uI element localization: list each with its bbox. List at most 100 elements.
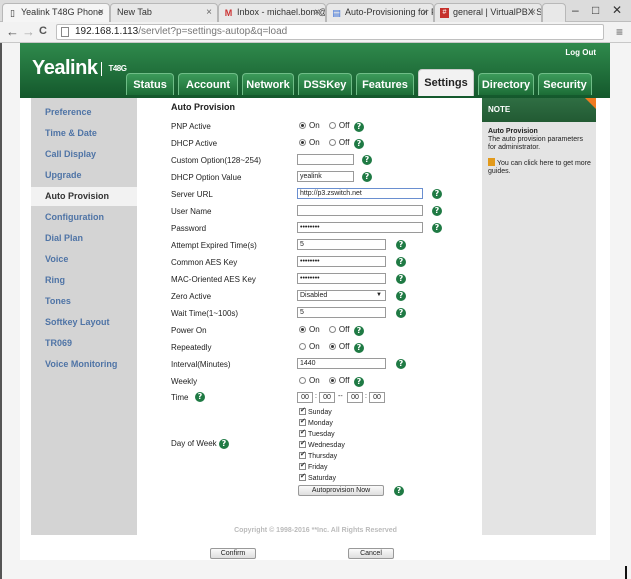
custom-option-input[interactable] <box>297 154 354 165</box>
sidebar-item-tones[interactable]: Tones <box>31 292 137 311</box>
sidebar-item-tr069[interactable]: TR069 <box>31 334 137 353</box>
help-icon[interactable]: ? <box>396 308 406 318</box>
help-icon[interactable]: ? <box>354 377 364 387</box>
tab-security[interactable]: Security <box>538 73 592 95</box>
browser-tab-newtab[interactable]: New Tab × <box>110 3 218 22</box>
help-icon[interactable]: ? <box>354 122 364 132</box>
sidebar-item-dial-plan[interactable]: Dial Plan <box>31 229 137 248</box>
sidebar-item-call-display[interactable]: Call Display <box>31 145 137 164</box>
menu-icon[interactable]: ≡ <box>616 25 623 39</box>
common-aes-input[interactable]: •••••••• <box>297 256 386 267</box>
weekly-on[interactable]: On <box>299 376 320 385</box>
day-checkbox-thursday[interactable]: Thursday <box>299 450 337 460</box>
time-end-hour[interactable]: 00 <box>347 392 363 403</box>
back-icon[interactable]: ← <box>6 24 19 39</box>
help-icon[interactable]: ? <box>396 240 406 250</box>
window-edge <box>0 43 2 579</box>
browser-tab-autoprovisioning[interactable]: ▤ Auto-Provisioning for Po × <box>326 3 434 22</box>
close-icon[interactable]: × <box>314 4 320 21</box>
maximize-icon[interactable]: □ <box>592 3 599 17</box>
help-icon[interactable]: ? <box>362 155 372 165</box>
close-icon[interactable]: × <box>98 4 104 21</box>
help-icon[interactable]: ? <box>354 343 364 353</box>
sidebar-item-voice-monitoring[interactable]: Voice Monitoring <box>31 355 137 374</box>
help-icon[interactable]: ? <box>354 326 364 336</box>
help-icon[interactable]: ? <box>396 274 406 284</box>
url-input[interactable]: 192.168.1.113/servlet?p=settings-autop&q… <box>56 24 604 40</box>
day-checkbox-sunday[interactable]: Sunday <box>299 406 332 416</box>
dhcp-active-label: DHCP Active <box>171 139 218 148</box>
sidebar-item-auto-provision[interactable]: Auto Provision <box>31 187 137 206</box>
minimize-icon[interactable]: – <box>572 3 579 17</box>
tab-dsskey[interactable]: DSSKey <box>298 73 352 95</box>
pnp-active-on[interactable]: On <box>299 121 320 130</box>
help-icon[interactable]: ? <box>362 172 372 182</box>
help-icon[interactable]: ? <box>394 486 404 496</box>
zero-active-select[interactable]: Disabled ▼ <box>297 290 386 301</box>
help-icon[interactable]: ? <box>396 359 406 369</box>
time-start-minute[interactable]: 00 <box>319 392 335 403</box>
help-icon[interactable]: ? <box>432 189 442 199</box>
dhcp-active-on[interactable]: On <box>299 138 320 147</box>
tab-network[interactable]: Network <box>242 73 294 95</box>
dhcp-option-value-input[interactable]: yealink <box>297 171 354 182</box>
browser-tab-yealink[interactable]: ▯ Yealink T48G Phone × <box>2 3 110 22</box>
help-icon[interactable]: ? <box>396 291 406 301</box>
new-tab-button[interactable] <box>542 3 566 22</box>
autoprovision-now-button[interactable]: Autoprovision Now <box>298 485 384 496</box>
help-icon[interactable]: ? <box>396 257 406 267</box>
password-input[interactable]: •••••••• <box>297 222 423 233</box>
sidebar-item-preference[interactable]: Preference <box>31 103 137 122</box>
attempt-expired-input[interactable]: 5 <box>297 239 386 250</box>
sidebar-item-ring[interactable]: Ring <box>31 271 137 290</box>
day-checkbox-wednesday[interactable]: Wednesday <box>299 439 345 449</box>
browser-tab-slack[interactable]: # general | VirtualPBX Sla × <box>434 3 542 22</box>
day-checkbox-saturday[interactable]: Saturday <box>299 472 336 482</box>
mac-aes-input[interactable]: •••••••• <box>297 273 386 284</box>
close-icon[interactable]: × <box>422 4 428 21</box>
weekly-off[interactable]: Off <box>328 376 349 385</box>
close-window-icon[interactable]: ✕ <box>612 3 622 17</box>
sidebar-item-configuration[interactable]: Configuration <box>31 208 137 227</box>
sidebar-item-softkey-layout[interactable]: Softkey Layout <box>31 313 137 332</box>
tab-directory[interactable]: Directory <box>478 73 534 95</box>
day-checkbox-friday[interactable]: Friday <box>299 461 327 471</box>
dhcp-active-off[interactable]: Off <box>328 138 349 147</box>
help-icon[interactable]: ? <box>195 392 205 402</box>
logout-link[interactable]: Log Out <box>565 48 596 57</box>
help-icon[interactable]: ? <box>219 439 229 449</box>
forward-icon[interactable]: → <box>22 24 35 39</box>
repeatedly-on[interactable]: On <box>299 342 320 351</box>
time-end-minute[interactable]: 00 <box>369 392 385 403</box>
day-checkbox-monday[interactable]: Monday <box>299 417 333 427</box>
repeatedly-off[interactable]: Off <box>328 342 349 351</box>
browser-tab-inbox[interactable]: M Inbox - michael.bom@vi × <box>218 3 326 22</box>
cancel-button[interactable]: Cancel <box>348 548 394 559</box>
tab-features[interactable]: Features <box>356 73 414 95</box>
close-icon[interactable]: × <box>206 4 212 21</box>
page-info-icon[interactable] <box>61 27 69 37</box>
note-corner-decoration <box>585 98 596 109</box>
power-on-on[interactable]: On <box>299 325 320 334</box>
interval-input[interactable]: 1440 <box>297 358 386 369</box>
pnp-active-off[interactable]: Off <box>328 121 349 130</box>
user-name-input[interactable] <box>297 205 423 216</box>
help-icon[interactable]: ? <box>432 223 442 233</box>
power-on-off[interactable]: Off <box>328 325 349 334</box>
server-url-input[interactable]: http://p3.zswitch.net <box>297 188 423 199</box>
tab-account[interactable]: Account <box>178 73 238 95</box>
close-icon[interactable]: × <box>530 4 536 21</box>
reload-icon[interactable]: C <box>39 25 47 37</box>
confirm-button[interactable]: Confirm <box>210 548 256 559</box>
day-checkbox-tuesday[interactable]: Tuesday <box>299 428 335 438</box>
tab-status[interactable]: Status <box>126 73 174 95</box>
sidebar-item-time-date[interactable]: Time & Date <box>31 124 137 143</box>
note-guide-link[interactable]: You can click here to get more guides. <box>488 158 592 176</box>
wait-time-input[interactable]: 5 <box>297 307 386 318</box>
help-icon[interactable]: ? <box>432 206 442 216</box>
help-icon[interactable]: ? <box>354 139 364 149</box>
tab-settings[interactable]: Settings <box>418 69 474 96</box>
time-start-hour[interactable]: 00 <box>297 392 313 403</box>
sidebar-item-voice[interactable]: Voice <box>31 250 137 269</box>
sidebar-item-upgrade[interactable]: Upgrade <box>31 166 137 185</box>
